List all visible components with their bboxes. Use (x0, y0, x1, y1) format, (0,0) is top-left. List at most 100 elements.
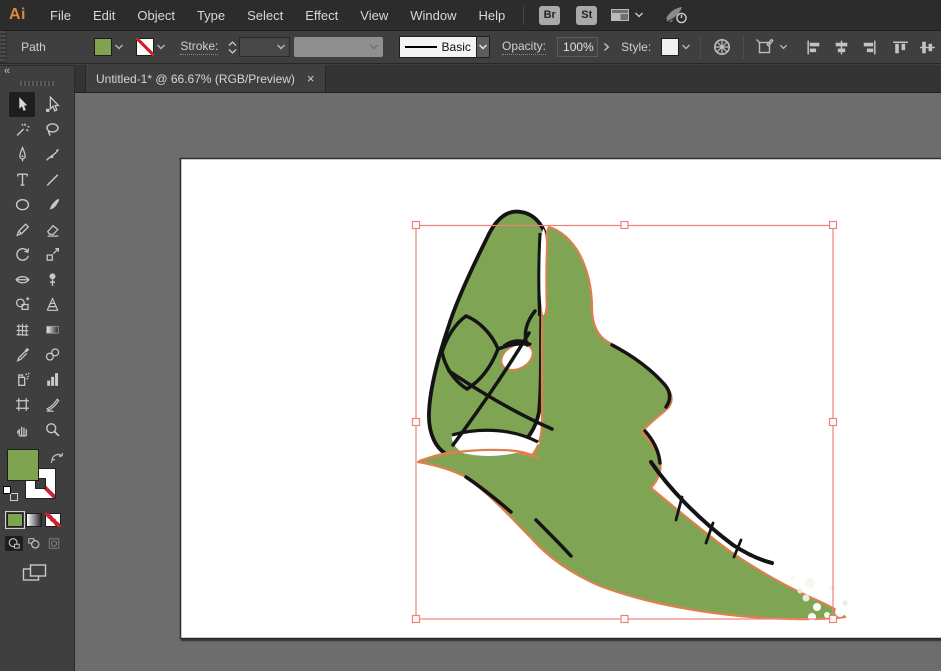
chevron-down-icon[interactable] (681, 43, 691, 51)
tools-panel-grip[interactable] (20, 81, 54, 86)
chevron-down-icon[interactable] (156, 43, 166, 51)
default-fill-stroke[interactable] (3, 486, 19, 502)
handle-bottom-left[interactable] (413, 616, 420, 623)
chevron-down-icon[interactable] (276, 43, 286, 51)
bridge-button[interactable]: Br (539, 6, 560, 25)
gradient-button[interactable] (26, 513, 42, 527)
variable-width-profile-combo[interactable] (294, 37, 383, 57)
stroke-weight-label[interactable]: Stroke: (180, 39, 218, 55)
tool-ellipse[interactable] (9, 192, 35, 217)
control-bar-grip[interactable] (0, 31, 7, 63)
chevron-down-icon[interactable] (478, 43, 488, 51)
menu-select[interactable]: Select (236, 8, 294, 23)
menu-object[interactable]: Object (126, 8, 186, 23)
tool-line-segment[interactable] (39, 167, 65, 192)
tool-magic-wand[interactable] (9, 117, 35, 142)
none-button[interactable] (45, 513, 61, 527)
chevron-down-icon[interactable] (114, 43, 124, 51)
recolor-artwork-button[interactable] (708, 35, 736, 59)
document-tab[interactable]: Untitled-1* @ 66.67% (RGB/Preview) × (85, 65, 326, 92)
tool-puppet-warp[interactable] (39, 267, 65, 292)
swap-arrows-icon (49, 450, 65, 464)
menu-view[interactable]: View (349, 8, 399, 23)
stepper-down-icon[interactable] (228, 48, 237, 54)
menu-effect[interactable]: Effect (294, 8, 349, 23)
tool-scale[interactable] (39, 242, 65, 267)
stroke-weight-combo[interactable] (239, 37, 290, 57)
opacity-label[interactable]: Opacity: (502, 39, 546, 55)
menu-file[interactable]: File (39, 8, 82, 23)
canvas-area[interactable] (75, 93, 941, 671)
tool-rotate[interactable] (9, 242, 35, 267)
gpu-performance[interactable] (663, 5, 689, 25)
isolate-object-button[interactable] (751, 35, 792, 59)
handle-top-right[interactable] (830, 222, 837, 229)
document-canvas[interactable] (75, 93, 941, 671)
fill-proxy-swatch[interactable] (7, 449, 39, 481)
app-logo: Ai (9, 6, 26, 24)
tool-blend[interactable] (39, 342, 65, 367)
menu-help[interactable]: Help (467, 8, 516, 23)
tool-artboard[interactable] (9, 392, 35, 417)
align-center-button[interactable] (828, 37, 855, 58)
workspace-switcher[interactable] (610, 7, 644, 23)
handle-middle-right[interactable] (830, 419, 837, 426)
style-control[interactable] (661, 38, 691, 56)
chevron-down-icon[interactable] (369, 43, 379, 51)
tool-width[interactable] (9, 267, 35, 292)
tool-symbol-sprayer[interactable] (9, 367, 35, 392)
tool-selection[interactable] (9, 92, 35, 117)
fill-color-control[interactable] (94, 38, 124, 56)
stock-button[interactable]: St (576, 6, 597, 25)
fill-color-swatch[interactable] (94, 38, 112, 56)
recolor-artwork-icon (712, 37, 732, 57)
tool-perspective-grid[interactable] (39, 292, 65, 317)
handle-top-center[interactable] (621, 222, 628, 229)
color-button[interactable] (7, 513, 23, 527)
tools-panel-collapse[interactable]: « (0, 66, 74, 79)
menu-window[interactable]: Window (399, 8, 467, 23)
tool-hand[interactable] (9, 417, 35, 442)
tool-slice[interactable] (39, 392, 65, 417)
align-right-button[interactable] (855, 37, 882, 58)
opacity-field[interactable]: 100% (557, 37, 598, 57)
draw-inside-button[interactable] (45, 536, 63, 551)
menu-type[interactable]: Type (186, 8, 236, 23)
draw-normal-button[interactable] (5, 536, 23, 551)
change-screen-mode-button[interactable] (22, 563, 48, 583)
tool-mesh[interactable] (9, 317, 35, 342)
stroke-color-swatch[interactable] (136, 38, 154, 56)
tool-curvature[interactable] (39, 142, 65, 167)
tool-paintbrush[interactable] (39, 192, 65, 217)
opacity-options-chevron-icon[interactable] (601, 41, 611, 53)
stepper-up-icon[interactable] (228, 41, 237, 47)
tool-pencil[interactable] (9, 217, 35, 242)
tool-pen[interactable] (9, 142, 35, 167)
draw-behind-button[interactable] (25, 536, 43, 551)
tool-column-graph[interactable] (39, 367, 65, 392)
handle-bottom-right[interactable] (830, 616, 837, 623)
tool-direct-selection[interactable] (39, 92, 65, 117)
tool-eraser[interactable] (39, 217, 65, 242)
tab-close-button[interactable]: × (307, 71, 315, 86)
tool-type[interactable] (9, 167, 35, 192)
style-swatch[interactable] (661, 38, 679, 56)
align-left-button[interactable] (801, 37, 828, 58)
brush-definition-combo[interactable]: Basic (399, 36, 477, 58)
tool-lasso[interactable] (39, 117, 65, 142)
tool-gradient[interactable] (39, 317, 65, 342)
handle-bottom-center[interactable] (621, 616, 628, 623)
tool-shape-builder[interactable] (9, 292, 35, 317)
swap-fill-stroke[interactable] (49, 450, 65, 464)
handle-top-left[interactable] (413, 222, 420, 229)
menu-edit[interactable]: Edit (82, 8, 126, 23)
align-top-button[interactable] (887, 37, 914, 58)
tool-zoom[interactable] (39, 417, 65, 442)
stroke-color-control[interactable] (136, 38, 166, 56)
align-vcenter-button[interactable] (914, 37, 941, 58)
stroke-weight-stepper[interactable] (228, 41, 237, 54)
brush-definition-open[interactable] (477, 36, 490, 58)
tool-eyedropper[interactable] (9, 342, 35, 367)
magic-wand-tool-icon (14, 121, 31, 138)
handle-middle-left[interactable] (413, 419, 420, 426)
